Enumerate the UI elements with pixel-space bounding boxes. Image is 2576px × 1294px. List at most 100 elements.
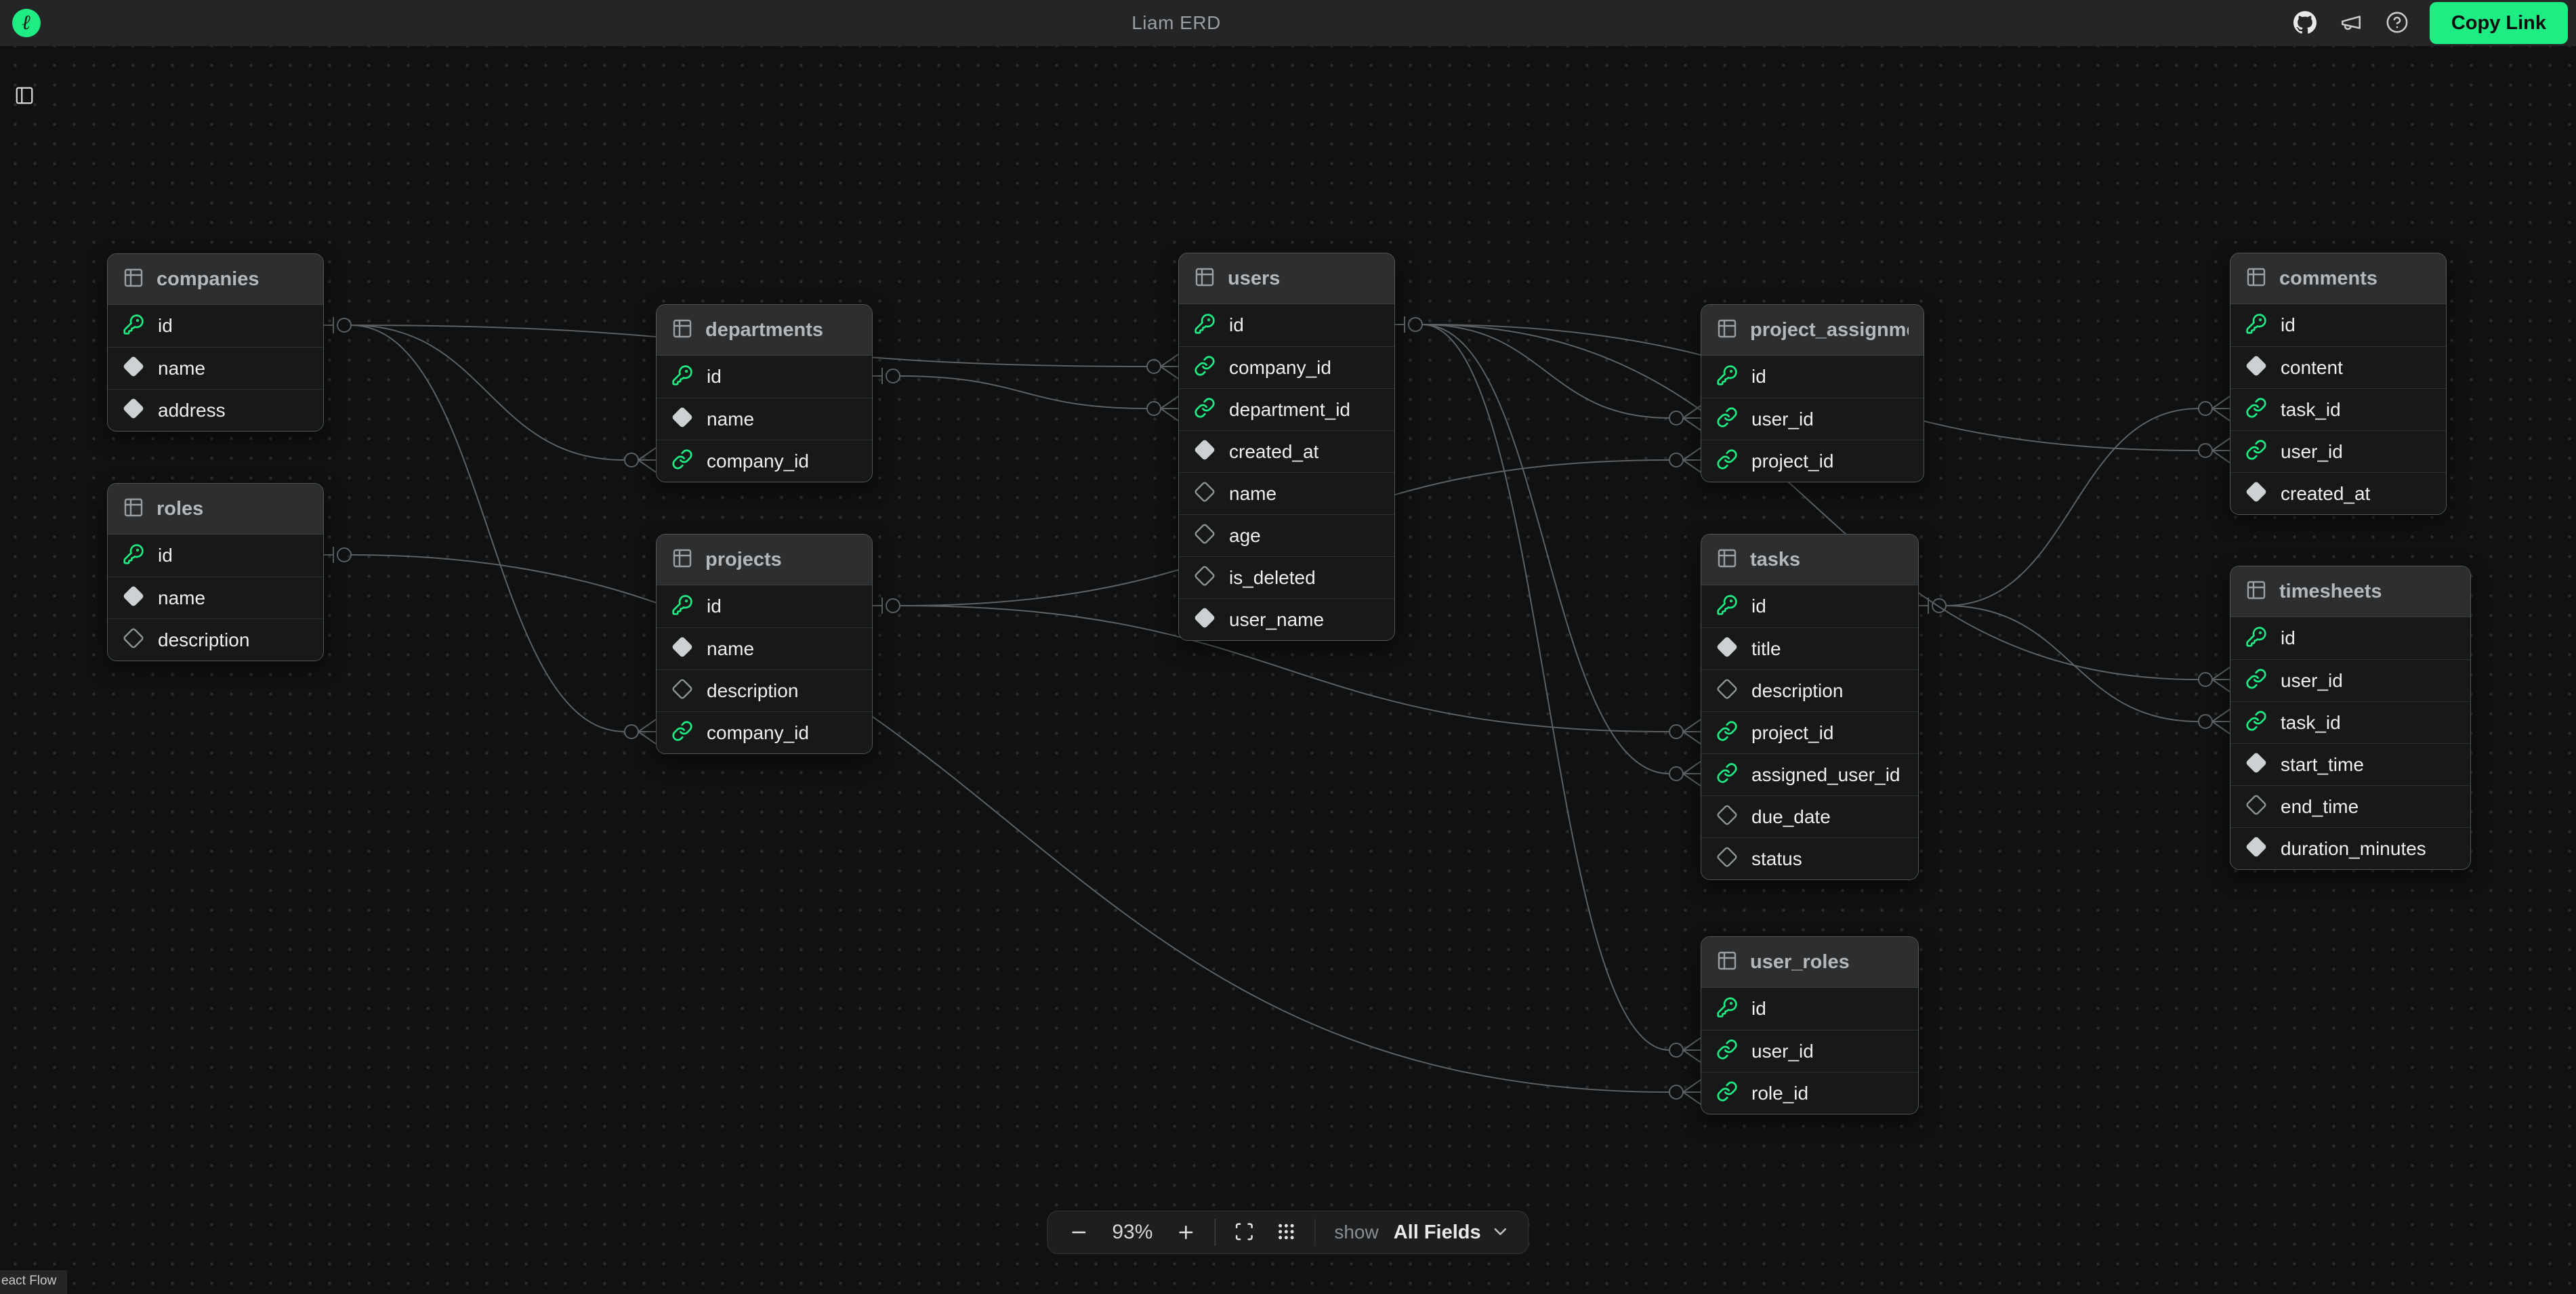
field-row[interactable]: due_date — [1701, 795, 1918, 837]
field-row[interactable]: name — [108, 577, 323, 619]
field-row[interactable]: user_id — [2230, 430, 2446, 472]
field-name: description — [1751, 680, 1843, 702]
field-row[interactable]: duration_minutes — [2230, 827, 2470, 869]
field-row[interactable]: name — [657, 627, 872, 669]
field-name: project_id — [1751, 451, 1833, 472]
primary-key-icon — [671, 364, 693, 390]
zoom-in-button[interactable] — [1172, 1219, 1199, 1246]
table-icon — [671, 547, 693, 572]
field-row[interactable]: user_id — [1701, 398, 1924, 440]
table-node-projects[interactable]: projectsid name description company_id — [656, 534, 873, 754]
foreign-key-icon — [2245, 668, 2267, 693]
table-node-companies[interactable]: companies id nameaddress — [107, 253, 324, 432]
field-row[interactable]: user_id — [1701, 1030, 1918, 1072]
github-button[interactable] — [2291, 9, 2319, 37]
field-row[interactable]: start_time — [2230, 743, 2470, 785]
primary-key-icon — [1716, 364, 1738, 390]
liam-logo[interactable]: ℓ — [12, 9, 41, 37]
field-row[interactable]: id — [1179, 304, 1394, 346]
table-title: project_assignme... — [1750, 319, 1909, 341]
field-row[interactable]: project_id — [1701, 440, 1924, 482]
sidebar-toggle-button[interactable] — [11, 83, 38, 110]
field-row[interactable]: end_time — [2230, 785, 2470, 827]
table-node-timesheets[interactable]: timesheets iduser_idtask_idstart_time end_… — [2230, 566, 2471, 870]
field-row[interactable]: name — [108, 347, 323, 389]
field-row[interactable]: id — [657, 356, 872, 398]
foreign-key-icon — [1194, 397, 1216, 422]
field-row[interactable]: id — [1701, 988, 1918, 1030]
table-icon — [1716, 950, 1738, 975]
field-row[interactable]: name — [1179, 472, 1394, 514]
erd-canvas[interactable] — [0, 46, 2576, 1294]
table-node-users[interactable]: usersidcompany_iddepartment_idcreated_at… — [1178, 253, 1395, 641]
field-row[interactable]: id — [657, 585, 872, 627]
field-row[interactable]: user_name — [1179, 598, 1394, 640]
field-name: name — [158, 587, 205, 609]
table-node-comments[interactable]: commentsidcontenttask_iduser_idcreated_a… — [2230, 253, 2447, 515]
field-row[interactable]: role_id — [1701, 1072, 1918, 1114]
table-node-project-assignme-[interactable]: project_assignme...iduser_id project_id — [1701, 304, 1924, 482]
field-row[interactable]: created_at — [2230, 472, 2446, 514]
help-button[interactable] — [2384, 9, 2411, 37]
table-title: user_roles — [1750, 951, 1850, 974]
field-row[interactable]: assigned_user_id — [1701, 753, 1918, 795]
field-row[interactable]: id — [108, 535, 323, 577]
nullable-icon — [1194, 481, 1216, 506]
table-node-roles[interactable]: rolesidnamedescription — [107, 483, 324, 661]
field-row[interactable]: company_id — [657, 711, 872, 753]
field-row[interactable]: address — [108, 389, 323, 431]
field-row[interactable]: task_id — [2230, 388, 2446, 430]
fields-filter-select[interactable]: All Fields — [1394, 1222, 1511, 1244]
field-row[interactable]: name — [657, 398, 872, 440]
table-node-user-roles[interactable]: user_rolesiduser_idrole_id — [1701, 936, 1919, 1114]
fit-view-button[interactable] — [1230, 1219, 1258, 1246]
announcements-button[interactable] — [2338, 9, 2365, 37]
primary-key-icon — [123, 314, 144, 339]
foreign-key-icon — [1716, 448, 1738, 474]
field-name: description — [707, 680, 798, 702]
field-name: end_time — [2281, 796, 2359, 818]
field-row[interactable]: age — [1179, 514, 1394, 556]
foreign-key-icon — [2245, 439, 2267, 464]
zoom-level: 93% — [1107, 1221, 1157, 1244]
table-node-tasks[interactable]: tasksidtitledescriptionproject_idassigne… — [1701, 534, 1919, 880]
react-flow-attribution[interactable]: eact Flow — [0, 1270, 67, 1294]
table-title: timesheets — [2279, 581, 2382, 603]
nullable-icon — [1716, 678, 1738, 703]
table-header: project_assignme... — [1701, 305, 1924, 356]
field-row[interactable]: description — [657, 669, 872, 711]
zoom-out-button[interactable] — [1065, 1219, 1092, 1246]
copy-link-button[interactable]: Copy Link — [2430, 2, 2568, 44]
field-row[interactable]: status — [1701, 837, 1918, 879]
fit-view-icon — [1234, 1222, 1254, 1244]
field-name: id — [2281, 314, 2295, 336]
field-row[interactable]: department_id — [1179, 388, 1394, 430]
field-name: id — [158, 315, 173, 337]
field-row[interactable]: task_id — [2230, 701, 2470, 743]
field-row[interactable]: created_at — [1179, 430, 1394, 472]
field-row[interactable]: id — [1701, 356, 1924, 398]
table-header: companies — [108, 254, 323, 305]
field-row[interactable]: company_id — [1179, 346, 1394, 388]
table-header: projects — [657, 535, 872, 585]
tidy-up-button[interactable] — [1272, 1219, 1300, 1246]
field-row[interactable]: description — [1701, 669, 1918, 711]
field-row[interactable]: is_deleted — [1179, 556, 1394, 598]
foreign-key-icon — [1716, 406, 1738, 432]
table-icon — [1194, 266, 1216, 291]
not-null-icon — [1194, 607, 1216, 632]
field-row[interactable]: id — [2230, 617, 2470, 659]
field-row[interactable]: id — [108, 305, 323, 347]
field-row[interactable]: content — [2230, 346, 2446, 388]
field-name: created_at — [2281, 483, 2370, 505]
table-icon — [2245, 579, 2267, 604]
field-row[interactable]: user_id — [2230, 659, 2470, 701]
field-row[interactable]: company_id — [657, 440, 872, 482]
field-row[interactable]: id — [1701, 585, 1918, 627]
field-row[interactable]: description — [108, 619, 323, 661]
field-row[interactable]: id — [2230, 304, 2446, 346]
field-row[interactable]: project_id — [1701, 711, 1918, 753]
table-node-departments[interactable]: departmentsidnamecompany_id — [656, 304, 873, 482]
field-row[interactable]: title — [1701, 627, 1918, 669]
field-name: name — [707, 638, 754, 660]
